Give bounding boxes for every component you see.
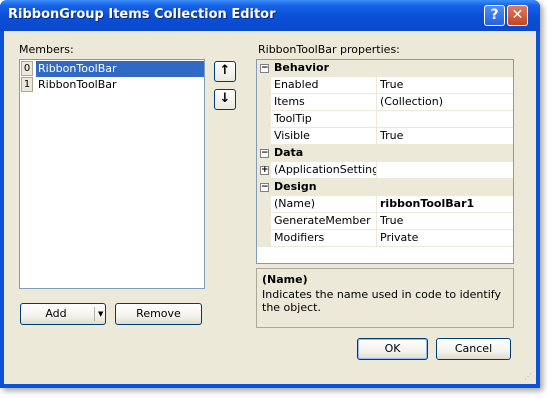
property-row-name[interactable]: (Name) ribbonToolBar1: [257, 196, 513, 213]
members-label: Members:: [19, 43, 74, 56]
collapse-icon[interactable]: −: [260, 183, 269, 192]
property-row-modifiers[interactable]: Modifiers Private: [257, 230, 513, 247]
property-name: GenerateMember: [271, 213, 377, 230]
expand-icon[interactable]: +: [260, 166, 269, 175]
list-item[interactable]: 1 RibbonToolBar: [21, 77, 203, 93]
description-panel: (Name) Indicates the name used in code t…: [256, 268, 514, 328]
property-value[interactable]: Private: [377, 230, 513, 247]
ok-button[interactable]: OK: [357, 338, 428, 360]
property-name: Enabled: [271, 77, 377, 94]
grid-margin: [257, 77, 271, 94]
property-row-visible[interactable]: Visible True: [257, 128, 513, 145]
list-item[interactable]: 0 RibbonToolBar: [21, 61, 204, 77]
collapse-icon[interactable]: −: [260, 149, 269, 158]
property-value[interactable]: True: [377, 213, 513, 230]
property-value[interactable]: [377, 162, 513, 179]
property-row-generatemember[interactable]: GenerateMember True: [257, 213, 513, 230]
close-button[interactable]: ✕: [507, 5, 528, 26]
title-bar[interactable]: RibbonGroup Items Collection Editor ? ✕: [0, 0, 540, 31]
property-grid[interactable]: − Behavior Enabled True Items (Collectio…: [256, 59, 514, 264]
property-row-tooltip[interactable]: ToolTip: [257, 111, 513, 128]
move-down-button[interactable]: ↓: [214, 89, 236, 110]
category-label: Data: [274, 146, 304, 159]
property-value[interactable]: [377, 111, 513, 128]
split-separator: [94, 307, 95, 321]
list-item-label: RibbonToolBar: [36, 61, 204, 77]
category-design[interactable]: − Design: [257, 179, 513, 196]
add-split-button[interactable]: Add ▼: [20, 303, 106, 325]
arrow-up-icon: ↑: [219, 63, 231, 78]
property-value[interactable]: ribbonToolBar1: [377, 196, 513, 213]
property-name: ToolTip: [271, 111, 377, 128]
grid-margin: [257, 94, 271, 111]
category-label: Design: [274, 180, 317, 193]
grid-margin: [257, 111, 271, 128]
category-data[interactable]: − Data: [257, 145, 513, 162]
grid-margin: [257, 196, 271, 213]
category-behavior[interactable]: − Behavior: [257, 60, 513, 77]
property-value[interactable]: (Collection): [377, 94, 513, 111]
property-name: (ApplicationSettings): [271, 162, 377, 179]
property-name: (Name): [271, 196, 377, 213]
description-title: (Name): [262, 273, 308, 286]
dialog-client-area: Members: 0 RibbonToolBar 1 RibbonToolBar…: [4, 31, 536, 384]
add-button-label: Add: [45, 307, 67, 320]
arrow-down-icon: ↓: [219, 91, 231, 106]
cancel-button[interactable]: Cancel: [436, 338, 511, 360]
list-item-label: RibbonToolBar: [38, 78, 117, 91]
property-row-items[interactable]: Items (Collection): [257, 94, 513, 111]
dialog-window: RibbonGroup Items Collection Editor ? ✕ …: [0, 0, 540, 388]
grid-margin: [257, 128, 271, 145]
window-title: RibbonGroup Items Collection Editor: [8, 7, 276, 22]
help-button[interactable]: ?: [484, 5, 505, 26]
move-up-button[interactable]: ↑: [214, 61, 236, 82]
list-item-index: 0: [21, 61, 33, 76]
resize-grip-icon[interactable]: ⋰: [524, 372, 534, 382]
members-list[interactable]: 0 RibbonToolBar 1 RibbonToolBar: [19, 59, 205, 289]
grid-margin: [257, 230, 271, 247]
remove-button[interactable]: Remove: [115, 303, 202, 325]
list-item-index: 1: [21, 77, 33, 92]
grid-margin: [257, 213, 271, 230]
chevron-down-icon[interactable]: ▼: [98, 304, 103, 324]
category-label: Behavior: [274, 61, 330, 74]
description-text: Indicates the name used in code to ident…: [262, 288, 501, 314]
property-value[interactable]: True: [377, 77, 513, 94]
property-value[interactable]: True: [377, 128, 513, 145]
property-name: Items: [271, 94, 377, 111]
properties-label: RibbonToolBar properties:: [258, 43, 400, 56]
property-name: Visible: [271, 128, 377, 145]
property-row-applicationsettings[interactable]: + (ApplicationSettings): [257, 162, 513, 179]
property-row-enabled[interactable]: Enabled True: [257, 77, 513, 94]
property-name: Modifiers: [271, 230, 377, 247]
collapse-icon[interactable]: −: [260, 64, 269, 73]
